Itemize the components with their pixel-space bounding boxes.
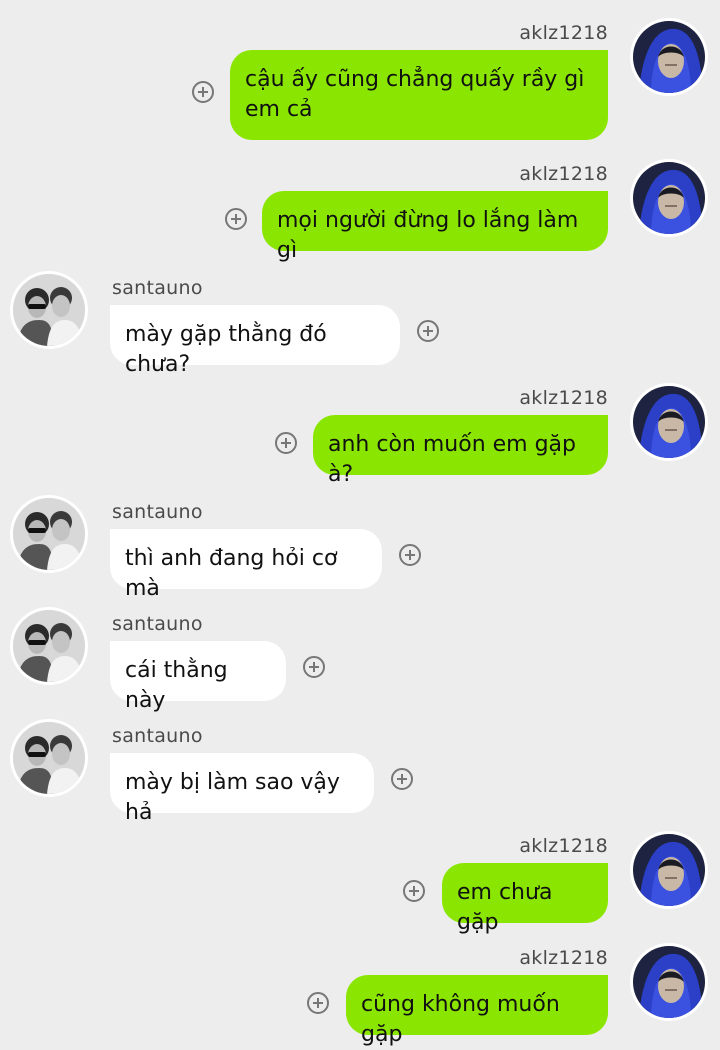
plus-circle-icon[interactable] <box>275 432 297 454</box>
message-row: aklz1218 anh còn muốn em gặp à? <box>0 383 720 487</box>
hooded-person-avatar[interactable] <box>630 159 708 237</box>
message-row: aklz1218 cũng không muốn gặp <box>0 943 720 1047</box>
plus-circle-icon[interactable] <box>303 656 325 678</box>
hooded-person-avatar[interactable] <box>630 943 708 1021</box>
message-bubble[interactable]: cậu ấy cũng chẳng quấy rầy gì em cả <box>230 50 608 140</box>
message-row: aklz1218 mọi người đừng lo lắng làm gì <box>0 159 720 263</box>
two-people-avatar[interactable] <box>10 607 88 685</box>
sender-name: santauno <box>112 725 203 747</box>
plus-circle-icon[interactable] <box>307 992 329 1014</box>
hooded-person-avatar[interactable] <box>630 383 708 461</box>
message-bubble[interactable]: cũng không muốn gặp <box>346 975 608 1047</box>
plus-circle-icon[interactable] <box>399 544 421 566</box>
sender-name: aklz1218 <box>519 387 608 409</box>
message-bubble[interactable]: em chưa gặp <box>442 863 608 935</box>
sender-name: aklz1218 <box>519 163 608 185</box>
message-row: santauno thì anh đang hỏi cơ mà <box>0 495 720 601</box>
message-bubble[interactable]: cái thằng này <box>110 641 286 713</box>
hooded-person-avatar[interactable] <box>630 18 708 96</box>
message-bubble[interactable]: anh còn muốn em gặp à? <box>313 415 608 487</box>
sender-name: santauno <box>112 277 203 299</box>
two-people-avatar[interactable] <box>10 719 88 797</box>
message-row: aklz1218 cậu ấy cũng chẳng quấy rầy gì e… <box>0 18 720 142</box>
message-row: santauno mày gặp thằng đó chưa? <box>0 271 720 377</box>
message-bubble[interactable]: mày bị làm sao vậy hả <box>110 753 374 825</box>
sender-name: santauno <box>112 613 203 635</box>
plus-circle-icon[interactable] <box>192 81 214 103</box>
message-row: aklz1218 em chưa gặp <box>0 831 720 935</box>
sender-name: aklz1218 <box>519 835 608 857</box>
plus-circle-icon[interactable] <box>403 880 425 902</box>
message-row: santauno cái thằng này <box>0 607 720 713</box>
plus-circle-icon[interactable] <box>391 768 413 790</box>
plus-circle-icon[interactable] <box>225 208 247 230</box>
two-people-avatar[interactable] <box>10 271 88 349</box>
message-bubble[interactable]: mày gặp thằng đó chưa? <box>110 305 400 377</box>
plus-circle-icon[interactable] <box>417 320 439 342</box>
sender-name: aklz1218 <box>519 947 608 969</box>
hooded-person-avatar[interactable] <box>630 831 708 909</box>
message-bubble[interactable]: mọi người đừng lo lắng làm gì <box>262 191 608 263</box>
message-bubble[interactable]: thì anh đang hỏi cơ mà <box>110 529 382 601</box>
message-row: santauno mày bị làm sao vậy hả <box>0 719 720 825</box>
sender-name: aklz1218 <box>519 22 608 44</box>
two-people-avatar[interactable] <box>10 495 88 573</box>
sender-name: santauno <box>112 501 203 523</box>
